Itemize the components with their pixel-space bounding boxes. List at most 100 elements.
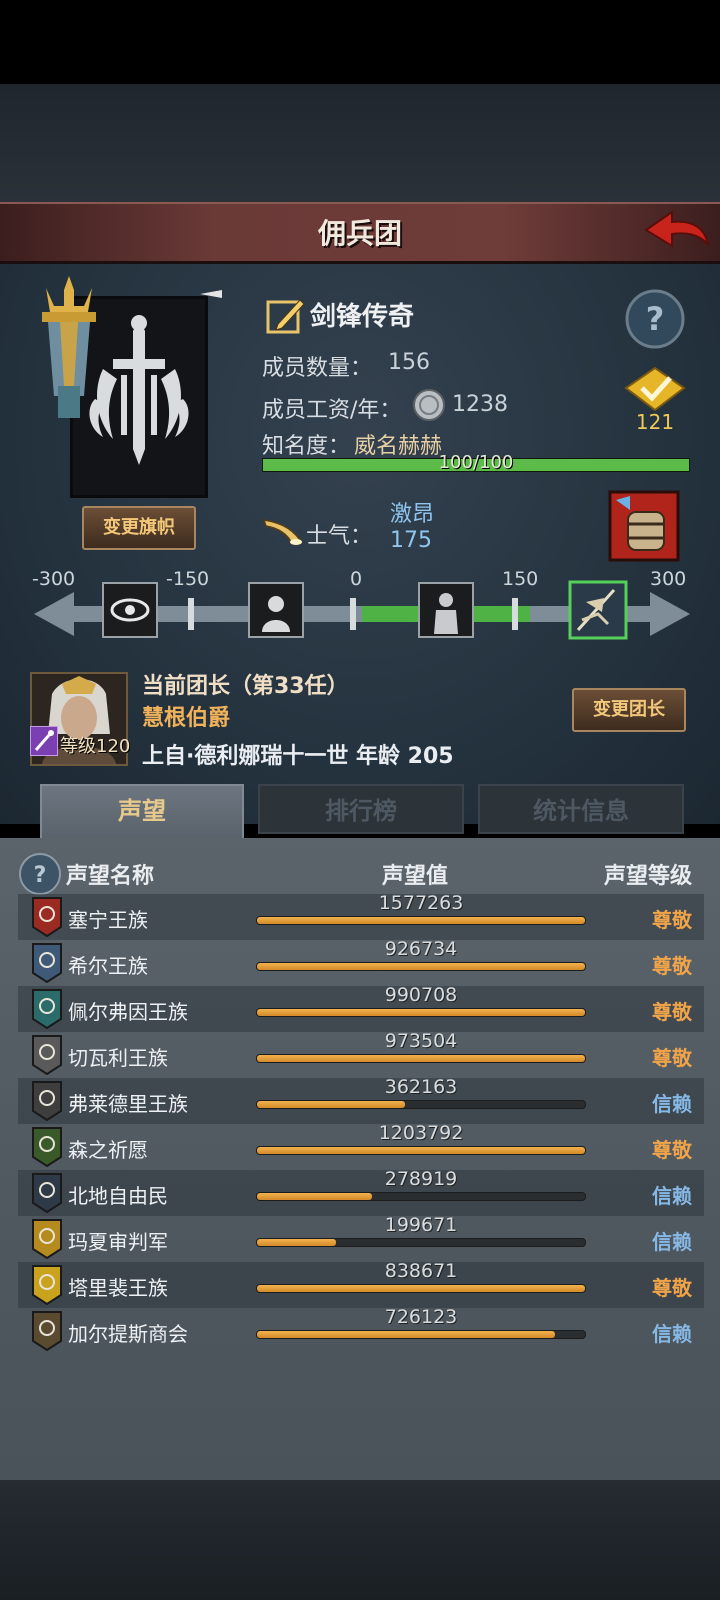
reputation-value: 926734 <box>384 938 458 960</box>
reputation-bar-fill <box>257 963 585 970</box>
faction-crest-icon <box>32 1311 62 1351</box>
faction-name: 北地自由民 <box>68 1184 168 1208</box>
faction-crest-icon <box>32 1219 62 1259</box>
reputation-level: 信赖 <box>652 1230 692 1254</box>
reputation-level: 尊敬 <box>652 1046 692 1070</box>
horn-icon <box>262 519 302 546</box>
leader-heading: 当前团长（第33任） <box>142 674 349 699</box>
morale-label: 士气： <box>306 524 373 549</box>
edit-name-icon[interactable] <box>266 296 306 334</box>
faction-name: 切瓦利王族 <box>68 1046 168 1070</box>
reputation-value: 362163 <box>384 1076 458 1098</box>
morale-value: 175 <box>390 528 432 553</box>
reputation-bar <box>256 1008 586 1017</box>
rank-badge-icon[interactable] <box>624 366 686 412</box>
faction-crest-icon <box>32 1173 62 1213</box>
members-label: 成员数量： <box>262 356 373 381</box>
tab-statistics[interactable]: 统计信息 <box>478 784 684 834</box>
status-bar-area <box>0 0 720 84</box>
header-background <box>0 84 720 202</box>
column-header-value: 声望值 <box>382 864 449 889</box>
faction-crest-icon <box>32 1265 62 1305</box>
reputation-bar <box>256 962 586 971</box>
leader-level-box: 等级120 <box>30 726 131 760</box>
reputation-bar <box>256 1100 586 1109</box>
faction-crest-icon <box>32 1127 62 1167</box>
wage-value: 1238 <box>452 392 508 417</box>
scale-tick-label: 150 <box>502 568 539 590</box>
reputation-level: 信赖 <box>652 1184 692 1208</box>
scale-tick-label: -300 <box>32 568 76 590</box>
reputation-level: 尊敬 <box>652 1000 692 1024</box>
keg-icon[interactable] <box>608 490 680 562</box>
reputation-level: 信赖 <box>652 1092 692 1116</box>
reputation-level: 尊敬 <box>652 954 692 978</box>
reputation-value: 726123 <box>384 1306 458 1328</box>
table-help-icon[interactable]: ? <box>18 852 62 896</box>
column-header-name: 声望名称 <box>66 864 155 889</box>
reputation-bar <box>256 1284 586 1293</box>
back-arrow-icon[interactable] <box>642 206 712 256</box>
reputation-value: 199671 <box>384 1214 458 1236</box>
members-value: 156 <box>388 350 430 375</box>
morale-state-despair-icon[interactable] <box>248 582 304 638</box>
wage-label: 成员工资/年： <box>262 398 402 423</box>
reputation-bar-fill <box>257 1055 585 1062</box>
morale-state-inspired-icon[interactable] <box>568 580 628 640</box>
fame-progress-text: 100/100 <box>438 452 514 473</box>
tab-reputation[interactable]: 声望 <box>40 784 244 840</box>
leader-title: 慧根伯爵 <box>142 706 231 731</box>
reputation-value: 278919 <box>384 1168 458 1190</box>
change-leader-button[interactable]: 变更团长 <box>572 688 686 732</box>
faction-name: 希尔王族 <box>68 954 148 978</box>
faction-crest-icon <box>32 943 62 983</box>
reputation-bar <box>256 1192 586 1201</box>
scale-tick-label: -150 <box>166 568 210 590</box>
morale-state-eye-icon[interactable] <box>102 582 158 638</box>
reputation-level: 尊敬 <box>652 908 692 932</box>
leader-name-age: 上自·德利娜瑞十一世 年龄 205 <box>142 744 454 769</box>
faction-crest-icon <box>32 897 62 937</box>
reputation-bar <box>256 1238 586 1247</box>
help-icon[interactable]: ? <box>624 288 686 350</box>
reputation-bar-fill <box>257 1331 556 1338</box>
rank-number: 121 <box>635 410 675 434</box>
reputation-bar-fill <box>257 1239 336 1246</box>
morale-word: 激昂 <box>390 502 435 527</box>
morale-state-calm-icon[interactable] <box>418 582 474 638</box>
faction-name: 佩尔弗因王族 <box>68 1000 188 1024</box>
reputation-bar-fill <box>257 917 585 924</box>
change-flag-button[interactable]: 变更旗帜 <box>82 506 196 550</box>
tab-leaderboard[interactable]: 排行榜 <box>258 784 464 834</box>
faction-name: 森之祈愿 <box>68 1138 148 1162</box>
faction-name: 塞宁王族 <box>68 908 148 932</box>
reputation-value: 1577263 <box>378 892 464 914</box>
faction-name: 塔里裴王族 <box>68 1276 168 1300</box>
scale-tick-label: 300 <box>650 568 687 590</box>
faction-crest-icon <box>32 1035 62 1075</box>
reputation-bar <box>256 1054 586 1063</box>
scale-tick-label: 0 <box>350 568 363 590</box>
trident-banner-icon <box>42 276 96 418</box>
staff-icon <box>30 726 58 756</box>
reputation-bar-fill <box>257 1193 372 1200</box>
svg-text:?: ? <box>34 863 47 888</box>
faction-crest-icon <box>32 989 62 1029</box>
flagpole-tip-icon <box>200 290 222 298</box>
reputation-bar-fill <box>257 1009 585 1016</box>
reputation-bar-fill <box>257 1285 585 1292</box>
reputation-value: 990708 <box>384 984 458 1006</box>
column-header-level: 声望等级 <box>603 864 692 889</box>
bottom-background <box>0 1480 720 1600</box>
reputation-level: 信赖 <box>652 1322 692 1346</box>
faction-name: 弗莱德里王族 <box>68 1092 188 1116</box>
reputation-level: 尊敬 <box>652 1276 692 1300</box>
reputation-bar-fill <box>257 1101 405 1108</box>
reputation-value: 1203792 <box>378 1122 464 1144</box>
reputation-bar <box>256 1330 586 1339</box>
reputation-value: 973504 <box>384 1030 458 1052</box>
leader-level: 等级120 <box>60 736 131 757</box>
faction-name: 玛夏审判军 <box>68 1230 168 1254</box>
reputation-bar-fill <box>257 1147 585 1154</box>
reputation-level: 尊敬 <box>652 1138 692 1162</box>
